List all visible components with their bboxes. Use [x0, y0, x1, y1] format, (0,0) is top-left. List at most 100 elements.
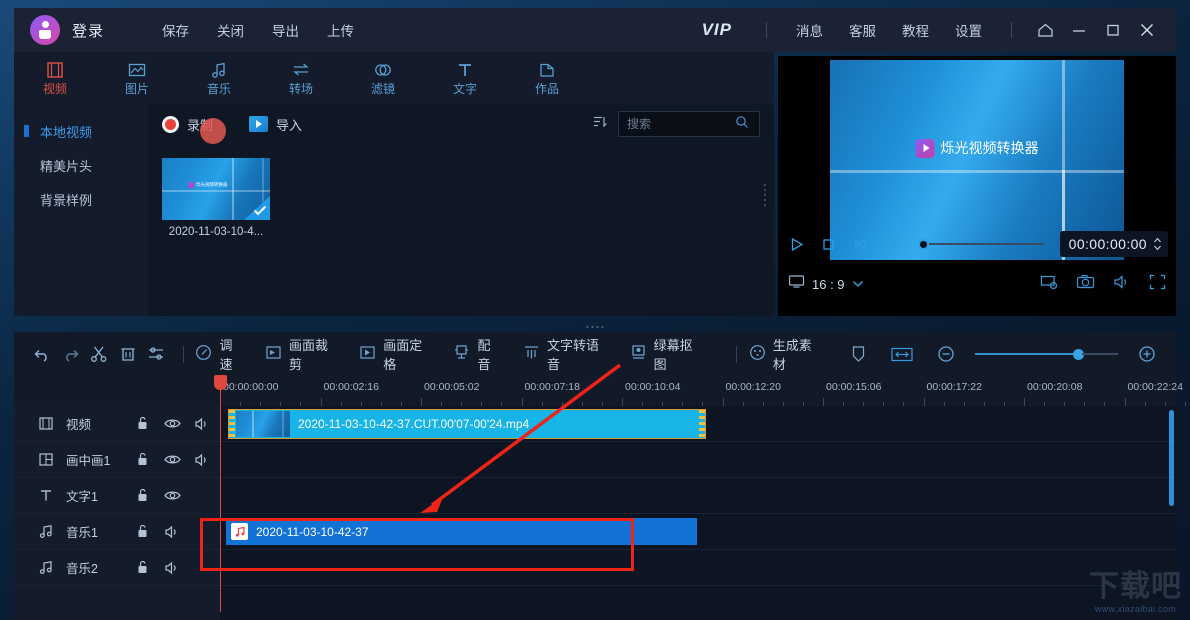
fullscreen-icon[interactable] [1149, 274, 1166, 295]
sliders-icon[interactable] [142, 339, 171, 369]
panel-resize-handle[interactable] [764, 184, 766, 206]
menu-settings[interactable]: 设置 [955, 20, 982, 40]
home-icon[interactable] [1028, 15, 1062, 45]
sidebar-item-label: 精美片头 [40, 158, 93, 174]
zoom-in-icon[interactable] [1132, 339, 1162, 369]
sidebar-item-background[interactable]: 背景样例 [14, 182, 148, 216]
speaker-icon[interactable] [192, 415, 212, 433]
seek-knob[interactable] [918, 238, 929, 250]
freeze-frame-button[interactable]: 画面定格 [359, 335, 431, 373]
vip-button[interactable]: VIP [702, 20, 732, 40]
menu-tutorial[interactable]: 教程 [902, 20, 929, 40]
crop-button[interactable]: 画面裁剪 [265, 335, 337, 373]
stepper-up-down-icon[interactable] [1153, 237, 1162, 251]
seek-slider[interactable] [918, 238, 1044, 250]
zoom-out-icon[interactable] [931, 339, 961, 369]
user-avatar-icon[interactable] [30, 15, 60, 45]
track-body-pip[interactable] [220, 442, 1176, 477]
lock-icon[interactable] [132, 559, 152, 577]
ruler-tick-label: 00:00:20:08 [1027, 381, 1083, 393]
timeline-resize-handle[interactable] [586, 326, 604, 328]
search-box[interactable] [618, 111, 760, 137]
search-input[interactable] [627, 117, 735, 131]
next-frame-icon[interactable] [882, 234, 902, 254]
track-body-music2[interactable] [220, 550, 1176, 585]
lock-icon[interactable] [132, 451, 152, 469]
media-item[interactable]: 烁光视频转换器 2020-11-03-10-4... [162, 158, 270, 238]
speed-button[interactable]: 调速 [195, 335, 243, 373]
track-body-video[interactable]: 2020-11-03-10-42-37.CUT.00'07-00'24.mp4 [220, 406, 1176, 441]
undo-icon[interactable] [28, 339, 57, 369]
aspect-ratio-selector[interactable]: 16 : 9 [788, 274, 864, 294]
redo-icon[interactable] [57, 339, 86, 369]
sort-icon[interactable] [592, 114, 608, 134]
video-clip[interactable]: 2020-11-03-10-42-37.CUT.00'07-00'24.mp4 [228, 409, 706, 439]
lock-icon[interactable] [132, 487, 152, 505]
eye-icon[interactable] [162, 487, 182, 505]
sidebar-item-intro[interactable]: 精美片头 [14, 148, 148, 182]
track-row: 音乐1 2020-11-03-10-42-37 [14, 514, 1176, 550]
menu-support[interactable]: 客服 [849, 20, 876, 40]
eye-icon[interactable] [162, 415, 182, 433]
track-header-video[interactable]: 视频 [14, 406, 220, 441]
menu-messages[interactable]: 消息 [796, 20, 823, 40]
login-button[interactable]: 登录 [72, 20, 104, 41]
watermark-title: 下载吧 [1089, 570, 1182, 603]
timeline-ruler[interactable]: 00:00:00:00 00:00:02:16 00:00:05:02 00:00:0… [14, 376, 1186, 406]
tab-video[interactable]: 视频 [14, 52, 96, 104]
track-header-text[interactable]: 文字1 [14, 478, 220, 513]
search-icon[interactable] [735, 115, 749, 134]
minimize-icon[interactable] [1062, 15, 1096, 45]
preview-watermark: 烁光视频转换器 [915, 138, 1039, 158]
menu-upload[interactable]: 上传 [327, 20, 354, 40]
track-body-text[interactable] [220, 478, 1176, 513]
tab-filter[interactable]: 滤镜 [342, 52, 424, 104]
trash-icon[interactable] [114, 339, 143, 369]
timecode-field[interactable]: 00:00:00:00 [1059, 231, 1168, 257]
green-screen-button[interactable]: 绿幕抠图 [630, 335, 702, 373]
marker-icon[interactable] [843, 339, 873, 369]
track-header-pip[interactable]: 画中画1 [14, 442, 220, 477]
playhead[interactable] [214, 375, 227, 612]
track-body-music1[interactable]: 2020-11-03-10-42-37 [220, 514, 1176, 549]
speaker-icon[interactable] [162, 559, 182, 577]
tab-image[interactable]: 图片 [96, 52, 178, 104]
chevron-down-icon[interactable] [852, 275, 864, 293]
tab-text[interactable]: 文字 [424, 52, 506, 104]
scissors-icon[interactable] [85, 339, 114, 369]
speaker-icon[interactable] [1113, 274, 1131, 295]
track-header-music2[interactable]: 音乐2 [14, 550, 220, 585]
menu-save[interactable]: 保存 [162, 20, 189, 40]
sidebar-item-local-video[interactable]: 本地视频 [14, 114, 148, 148]
stop-icon[interactable] [818, 234, 838, 254]
lock-icon[interactable] [132, 415, 152, 433]
playhead-drag-handle[interactable] [200, 118, 226, 144]
menu-export[interactable]: 导出 [272, 20, 299, 40]
close-icon[interactable] [1130, 15, 1164, 45]
speaker-icon[interactable] [192, 451, 212, 469]
eye-icon[interactable] [162, 451, 182, 469]
media-thumbnail[interactable]: 烁光视频转换器 [162, 158, 270, 220]
camera-icon[interactable] [1076, 274, 1095, 295]
tab-music[interactable]: 音乐 [178, 52, 260, 104]
lock-icon[interactable] [132, 523, 152, 541]
display-settings-icon[interactable] [1040, 274, 1058, 295]
track-body-partial[interactable] [220, 586, 1176, 620]
tab-works[interactable]: 作品 [506, 52, 588, 104]
fit-width-icon[interactable] [887, 339, 917, 369]
menu-close-project[interactable]: 关闭 [217, 20, 244, 40]
prev-frame-icon[interactable] [850, 234, 870, 254]
play-icon[interactable] [786, 234, 806, 254]
track-header-partial[interactable] [14, 586, 220, 620]
maximize-icon[interactable] [1096, 15, 1130, 45]
import-button[interactable]: 导入 [249, 115, 302, 134]
tab-transition[interactable]: 转场 [260, 52, 342, 104]
track-header-music1[interactable]: 音乐1 [14, 514, 220, 549]
speaker-icon[interactable] [162, 523, 182, 541]
generate-material-button[interactable]: 生成素材 [749, 335, 821, 373]
timeline-scrollbar[interactable] [1169, 410, 1174, 506]
dubbing-button[interactable]: 配音 [453, 335, 501, 373]
zoom-slider[interactable] [975, 348, 1118, 360]
text-to-speech-button[interactable]: 文字转语音 [523, 335, 608, 373]
audio-clip[interactable]: 2020-11-03-10-42-37 [226, 518, 697, 545]
